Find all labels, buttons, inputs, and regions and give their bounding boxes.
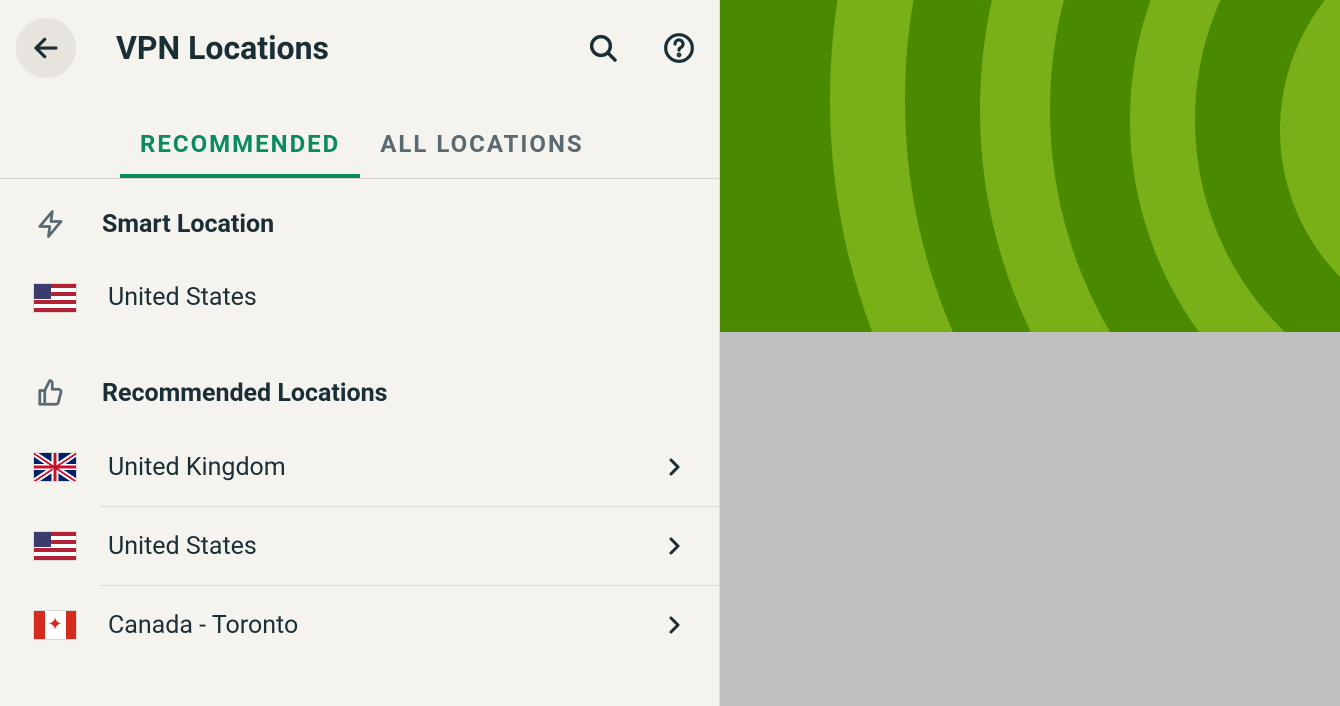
panel-header: VPN Locations (0, 0, 719, 96)
arrow-left-icon (31, 33, 61, 63)
chevron-right-icon (659, 531, 689, 561)
chevron-right-icon (659, 452, 689, 482)
flag-us-icon (34, 284, 76, 312)
back-button[interactable] (16, 18, 76, 78)
search-icon (587, 32, 619, 64)
location-label: United Kingdom (108, 453, 286, 482)
header-actions (583, 28, 699, 68)
locations-list: Smart Location United States Recommended… (0, 179, 719, 706)
smart-location-item[interactable]: United States (0, 259, 719, 336)
smart-location-title: Smart Location (102, 210, 274, 239)
location-item-uk[interactable]: United Kingdom (0, 428, 719, 506)
hero-background (720, 0, 1340, 332)
help-button[interactable] (659, 28, 699, 68)
flag-uk-icon (34, 453, 76, 481)
lightning-icon (34, 207, 68, 241)
location-label: United States (108, 532, 257, 561)
chevron-right-icon (659, 610, 689, 640)
main-panel: Connected ••• ther apps securely. (720, 0, 1340, 706)
thumbs-up-icon (34, 376, 68, 410)
location-item-us[interactable]: United States (0, 507, 719, 585)
tab-all-locations[interactable]: ALL LOCATIONS (360, 116, 603, 178)
tab-recommended[interactable]: RECOMMENDED (120, 116, 360, 178)
location-label: United States (108, 283, 257, 312)
recommended-header: Recommended Locations (0, 336, 719, 428)
recommended-title: Recommended Locations (102, 379, 387, 408)
panel-title: VPN Locations (116, 29, 329, 67)
locations-panel: VPN Locations RECOMMENDED ALL LOCATIONS (0, 0, 720, 706)
search-button[interactable] (583, 28, 623, 68)
flag-ca-icon: ✦ (34, 611, 76, 639)
smart-location-header: Smart Location (0, 179, 719, 259)
location-label: Canada - Toronto (108, 611, 298, 640)
location-tabs: RECOMMENDED ALL LOCATIONS (0, 96, 719, 179)
location-item-ca[interactable]: ✦ Canada - Toronto (0, 586, 719, 664)
flag-us-icon (34, 532, 76, 560)
help-icon (663, 32, 695, 64)
